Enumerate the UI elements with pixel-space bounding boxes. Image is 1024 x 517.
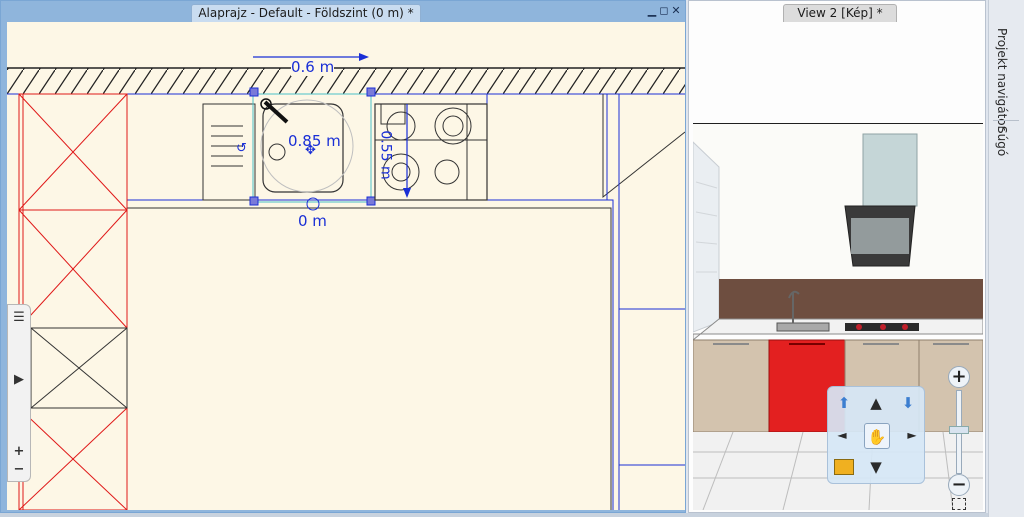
move-left-icon[interactable]: ◄ <box>832 425 852 445</box>
window-controls: ▁ ◻ ✕ <box>647 5 681 17</box>
fit-view-icon[interactable] <box>952 498 966 510</box>
expand-panel-icon[interactable]: ▶ <box>8 369 30 391</box>
right-dock: Projekt navigátor Súgó <box>988 0 1024 517</box>
dock-divider <box>993 120 1019 121</box>
tilt-down-icon[interactable]: ⬇ <box>898 393 918 413</box>
tab-help[interactable]: Súgó <box>995 126 1009 156</box>
zoom-thumb[interactable] <box>949 426 969 434</box>
floor-plan-drawing: ↺ ✥ <box>7 53 685 510</box>
drainer <box>202 103 256 201</box>
wall-hatch <box>7 68 685 94</box>
floor-plan-canvas[interactable]: ↺ ✥ 0.6 m 0.85 m 0 m 0.55 m <box>7 22 685 510</box>
dimension-vertical-label: 0.55 m <box>377 130 394 180</box>
zoom-slider[interactable]: + − <box>946 360 972 510</box>
3d-sink <box>776 322 830 332</box>
zoom-out-button[interactable]: − <box>8 459 30 481</box>
view-mode-icon[interactable] <box>834 459 854 475</box>
black-cabinet[interactable] <box>30 327 128 409</box>
zoom-minus-button[interactable]: − <box>948 474 970 496</box>
svg-text:↺: ↺ <box>236 141 247 156</box>
move-right-icon[interactable]: ► <box>902 425 922 445</box>
window-blind <box>693 141 720 333</box>
layer-list-icon[interactable]: ☰ <box>8 307 30 329</box>
countertop-outline <box>126 94 614 510</box>
dimension-width-label: 0.6 m <box>291 58 335 76</box>
zoom-plus-button[interactable]: + <box>948 366 970 388</box>
pan-hand-icon[interactable]: ✋ <box>864 423 890 449</box>
dimension-depth-label: 0.85 m <box>288 132 341 150</box>
tab-project-navigator[interactable]: Projekt navigátor <box>995 28 1009 131</box>
tab-floor-plan[interactable]: Alaprajz - Default - Földszint (0 m) * <box>191 4 421 22</box>
restore-icon[interactable]: ◻ <box>659 5 669 17</box>
camera-navigation-pad: ⬆ ▲ ⬇ ◄ ✋ ► ▼ <box>827 386 925 484</box>
status-strip <box>0 513 988 517</box>
floor-plan-window: Alaprajz - Default - Földszint (0 m) * ▁… <box>0 0 686 513</box>
application-window: Alaprajz - Default - Földszint (0 m) * ▁… <box>0 0 1024 517</box>
minimize-icon[interactable]: ▁ <box>647 5 657 17</box>
tilt-up-icon[interactable]: ⬆ <box>834 393 854 413</box>
red-cabinet-column[interactable] <box>18 93 128 510</box>
move-back-icon[interactable]: ▼ <box>866 457 886 477</box>
backsplash <box>719 279 983 319</box>
tab-view-2[interactable]: View 2 [Kép] * <box>783 4 897 22</box>
dimension-offset-label: 0 m <box>298 212 327 230</box>
move-forward-icon[interactable]: ▲ <box>866 393 886 413</box>
close-icon[interactable]: ✕ <box>671 5 681 17</box>
plan-side-toolbar: ☰ ▶ + − <box>7 304 31 482</box>
